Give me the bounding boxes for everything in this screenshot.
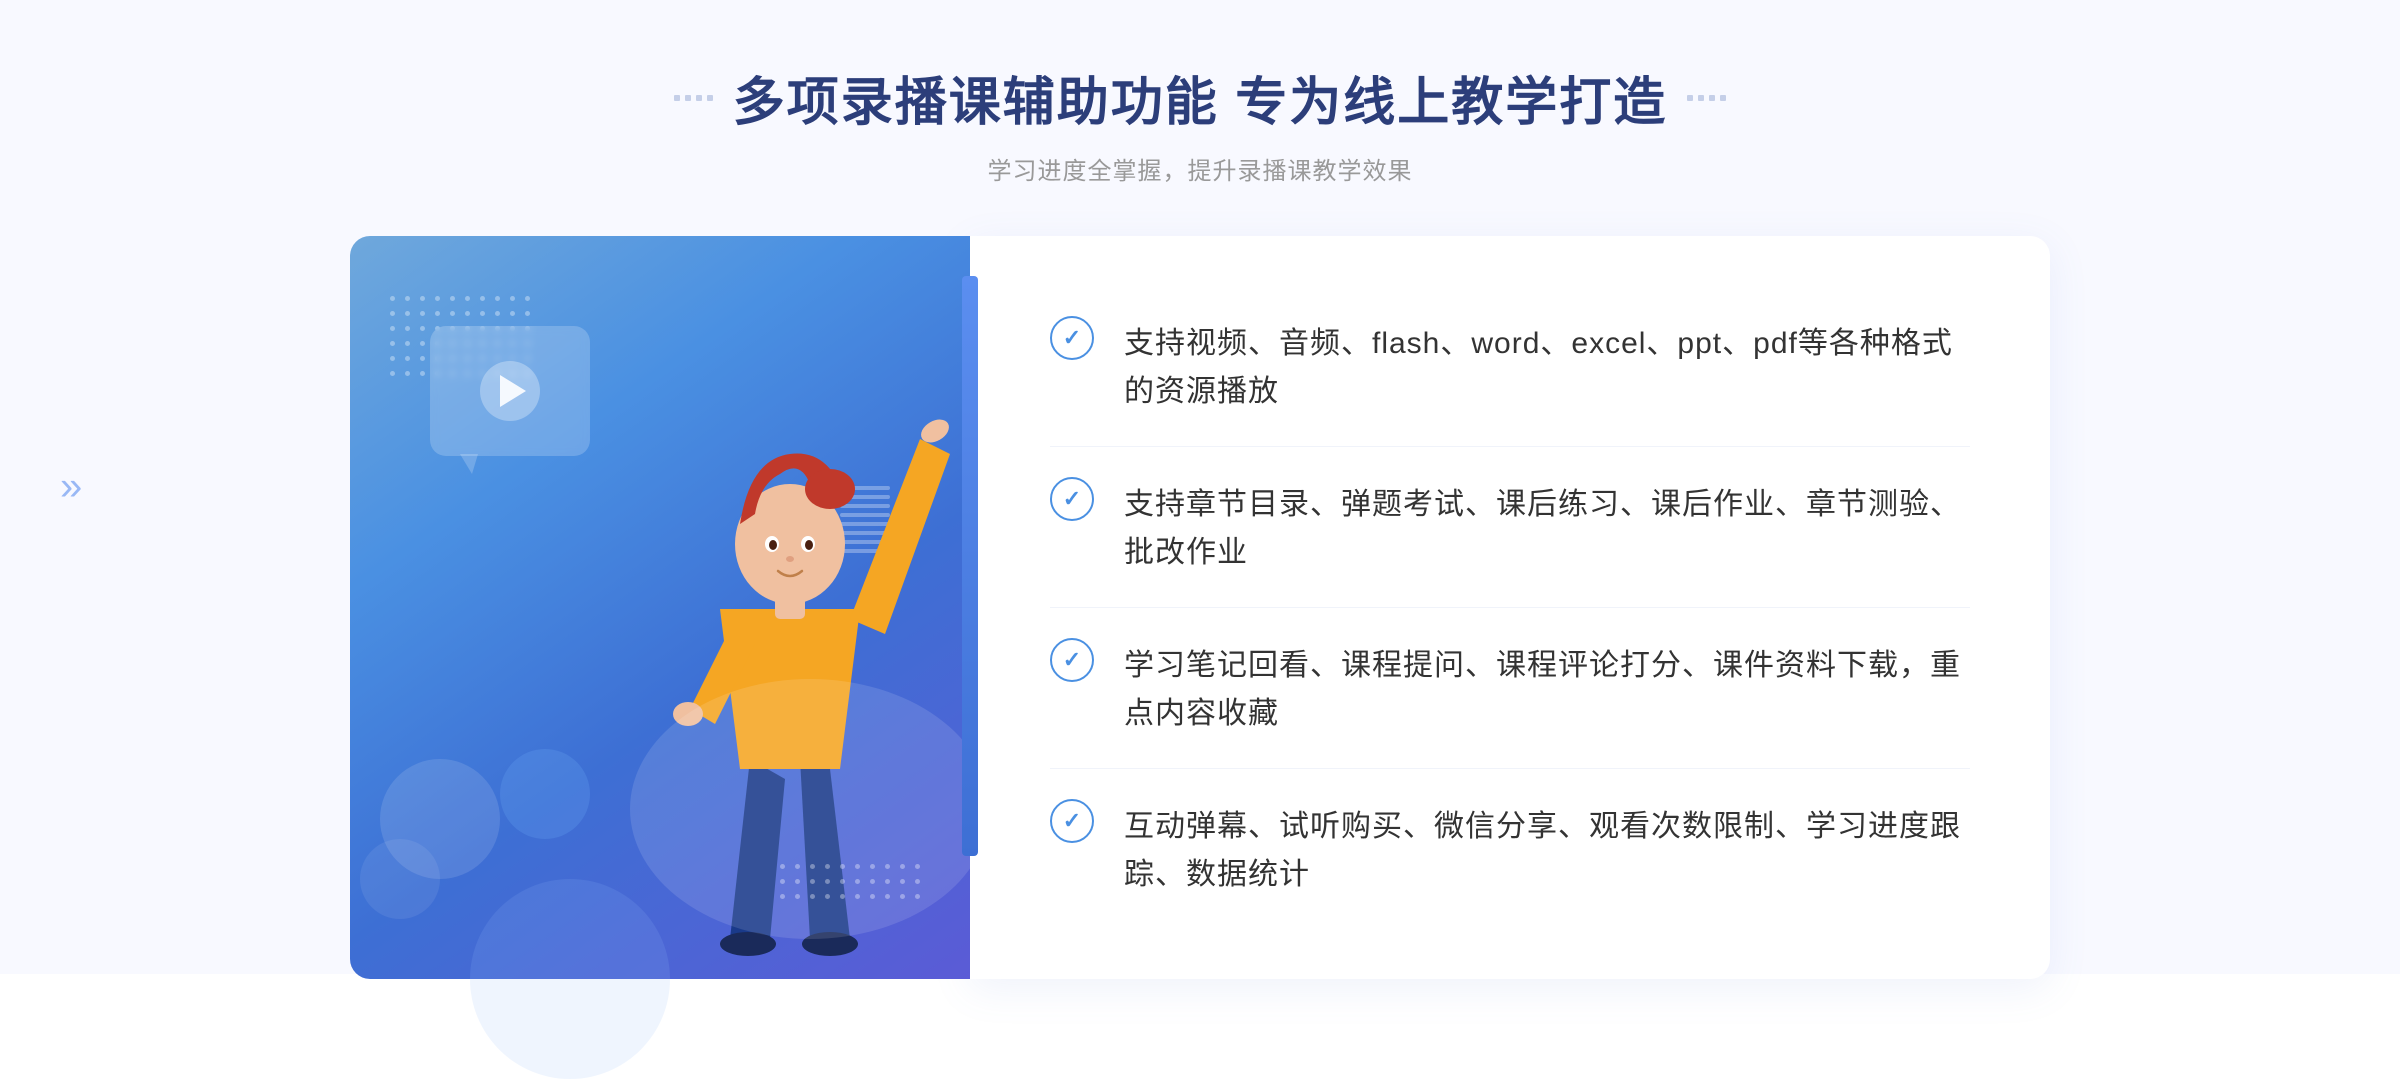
play-icon — [480, 361, 540, 421]
play-triangle — [500, 375, 526, 407]
page-subtitle: 学习进度全掌握，提升录播课教学效果 — [674, 151, 1726, 186]
page-container: 多项录播课辅助功能 专为线上教学打造 学习进度全掌握，提升录播课教学效果 » — [0, 0, 2400, 974]
speech-bubble — [430, 326, 590, 456]
blue-circle-deco — [500, 749, 590, 839]
check-circle-3: ✓ — [1050, 638, 1094, 682]
illustration-panel — [350, 236, 970, 979]
deco-circle-2 — [360, 839, 440, 919]
features-panel: ✓ 支持视频、音频、flash、word、excel、ppt、pdf等各种格式的… — [970, 236, 2050, 979]
main-content: ✓ 支持视频、音频、flash、word、excel、ppt、pdf等各种格式的… — [350, 236, 2050, 979]
decorator-dot-5 — [1687, 95, 1693, 101]
header-decorators-left — [674, 95, 713, 101]
header-decorators-right — [1687, 95, 1726, 101]
header-section: 多项录播课辅助功能 专为线上教学打造 学习进度全掌握，提升录播课教学效果 — [674, 60, 1726, 186]
decorator-dot-4 — [707, 95, 713, 101]
check-icon-4: ✓ — [1063, 810, 1081, 832]
illus-dots-bottom — [780, 864, 920, 899]
blue-vertical-bar — [962, 276, 978, 856]
check-circle-4: ✓ — [1050, 799, 1094, 843]
check-icon-3: ✓ — [1063, 649, 1081, 671]
decorator-dot-1 — [674, 95, 680, 101]
feature-item-1: ✓ 支持视频、音频、flash、word、excel、ppt、pdf等各种格式的… — [1050, 286, 1970, 447]
decorator-dot-2 — [685, 95, 691, 101]
feature-text-2: 支持章节目录、弹题考试、课后练习、课后作业、章节测验、批改作业 — [1124, 477, 1970, 577]
decorator-dot-8 — [1720, 95, 1726, 101]
feature-item-4: ✓ 互动弹幕、试听购买、微信分享、观看次数限制、学习进度跟踪、数据统计 — [1050, 769, 1970, 929]
feature-item-2: ✓ 支持章节目录、弹题考试、课后练习、课后作业、章节测验、批改作业 — [1050, 447, 1970, 608]
decorator-dot-7 — [1709, 95, 1715, 101]
decorator-dot-6 — [1698, 95, 1704, 101]
check-circle-2: ✓ — [1050, 477, 1094, 521]
feature-text-4: 互动弹幕、试听购买、微信分享、观看次数限制、学习进度跟踪、数据统计 — [1124, 799, 1970, 899]
decorator-dot-3 — [696, 95, 702, 101]
check-icon-1: ✓ — [1063, 327, 1081, 349]
page-title: 多项录播课辅助功能 专为线上教学打造 — [733, 60, 1667, 135]
feature-text-1: 支持视频、音频、flash、word、excel、ppt、pdf等各种格式的资源… — [1124, 316, 1970, 416]
header-title-row: 多项录播课辅助功能 专为线上教学打造 — [674, 60, 1726, 135]
check-icon-2: ✓ — [1063, 488, 1081, 510]
left-arrow-decoration: » — [60, 465, 82, 510]
check-circle-1: ✓ — [1050, 316, 1094, 360]
feature-item-3: ✓ 学习笔记回看、课程提问、课程评论打分、课件资料下载，重点内容收藏 — [1050, 608, 1970, 769]
feature-text-3: 学习笔记回看、课程提问、课程评论打分、课件资料下载，重点内容收藏 — [1124, 638, 1970, 738]
